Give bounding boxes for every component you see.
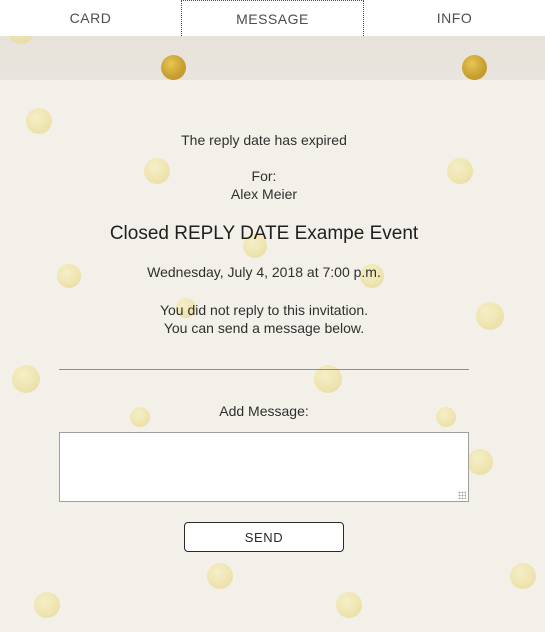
send-button[interactable]: SEND (184, 522, 344, 552)
divider (59, 369, 469, 370)
notice-line-1: You did not reply to this invitation. (159, 302, 369, 318)
message-textarea[interactable] (59, 432, 469, 502)
tab-message[interactable]: MESSAGE (181, 0, 364, 36)
for-label: For: (251, 168, 277, 184)
event-datetime: Wednesday, July 4, 2018 at 7:00 p.m. (147, 264, 381, 280)
resize-grip-icon[interactable] (458, 491, 466, 499)
event-title: Closed REPLY DATE Exampe Event (109, 223, 419, 244)
tab-card[interactable]: CARD (0, 0, 181, 36)
tab-info[interactable]: INFO (364, 0, 545, 36)
notice-line-2: You can send a message below. (163, 320, 365, 336)
message-panel: The reply date has expired For: Alex Mei… (0, 0, 545, 632)
recipient-name: Alex Meier (230, 186, 298, 202)
status-text: The reply date has expired (181, 132, 347, 148)
tab-bar: CARD MESSAGE INFO (0, 0, 545, 36)
add-message-label: Add Message: (219, 403, 309, 419)
